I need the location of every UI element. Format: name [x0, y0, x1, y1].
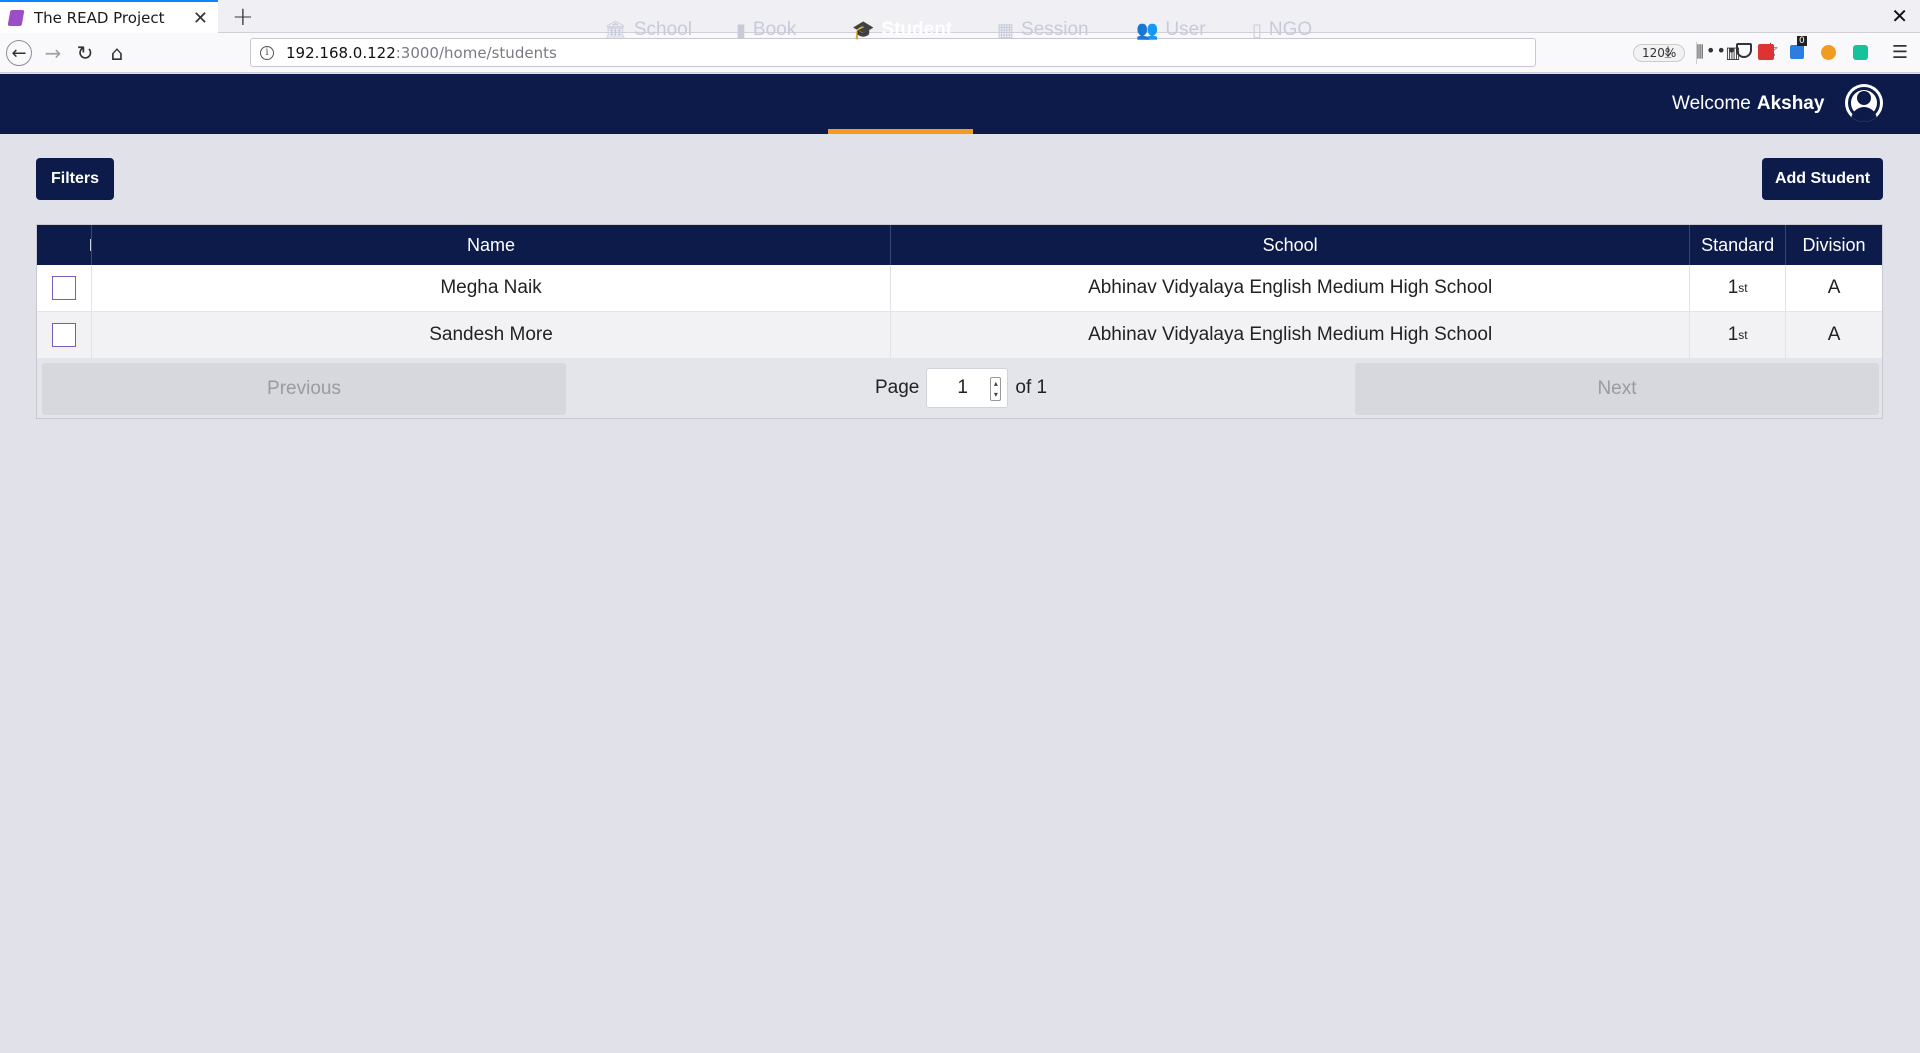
browser-tab[interactable]: The READ Project ✕ — [0, 0, 218, 33]
cell-school: Abhinav Vidyalaya English Medium High Sc… — [891, 265, 1691, 311]
reload-icon[interactable]: ↻ — [72, 40, 98, 66]
nav-label: Session — [1021, 19, 1089, 40]
cell-school: Abhinav Vidyalaya English Medium High Sc… — [891, 312, 1691, 358]
column-header-school[interactable]: School — [891, 225, 1691, 265]
favicon-icon — [7, 9, 25, 26]
standard-value: 1 — [1727, 324, 1739, 345]
url-host: 192.168.0.122 — [286, 43, 396, 62]
row-checkbox[interactable] — [51, 323, 76, 347]
standard-suffix: st — [1738, 281, 1748, 295]
cell-name: Megha Naik — [92, 265, 892, 311]
page-label: Page — [875, 377, 920, 398]
previous-button[interactable]: Previous — [42, 363, 566, 415]
tab-close-icon[interactable]: ✕ — [193, 8, 208, 29]
nav-label: School — [633, 19, 692, 40]
nav-item-school[interactable]: 🏛 School — [604, 0, 692, 60]
nav-item-student[interactable]: 🎓 Student — [852, 0, 952, 60]
tab-title: The READ Project — [34, 8, 165, 27]
download-icon[interactable]: ⤓ — [1658, 42, 1678, 62]
nav-label: User — [1165, 19, 1206, 40]
library-icon[interactable]: ⫼ — [1690, 42, 1710, 62]
welcome-prefix: Welcome — [1672, 93, 1751, 114]
active-tab-indicator — [828, 129, 973, 134]
cell-name: Sandesh More — [92, 312, 892, 358]
sidebar-icon[interactable]: ▥ — [1723, 42, 1743, 62]
page-number-value: 1 — [957, 377, 968, 398]
nav-label: Book — [752, 19, 797, 40]
home-icon[interactable]: ⌂ — [104, 40, 130, 66]
next-button[interactable]: Next — [1355, 363, 1879, 415]
pagination: Previous Page 1 ▴ ▾ of 1 Next — [37, 359, 1882, 418]
cell-division: A — [1827, 277, 1841, 298]
extension-red-icon[interactable] — [1756, 42, 1776, 62]
filters-button[interactable]: Filters — [36, 158, 114, 200]
user-name: Akshay — [1756, 93, 1825, 114]
user-avatar-icon[interactable] — [1845, 84, 1883, 122]
standard-suffix: st — [1738, 328, 1748, 342]
extension-blue-icon[interactable]: 0 — [1787, 36, 1807, 62]
back-icon[interactable]: ← — [6, 40, 32, 66]
column-header-division[interactable]: Division — [1786, 225, 1882, 265]
page-stepper-icon[interactable]: ▴ ▾ — [990, 377, 1002, 401]
students-table: Name School Standard Division Megha Naik… — [36, 224, 1883, 419]
app-header — [0, 74, 1920, 134]
bank-icon: 🏛 — [604, 19, 627, 40]
nav-item-session[interactable]: ▦ Session — [997, 0, 1089, 60]
book-icon: ▮ — [736, 19, 746, 40]
add-student-button[interactable]: Add Student — [1762, 158, 1883, 200]
url-path: :3000/home/students — [395, 43, 557, 62]
column-resize-handle[interactable] — [90, 239, 91, 251]
row-select-cell — [37, 312, 92, 358]
forward-icon[interactable]: → — [40, 40, 66, 66]
nav-item-book[interactable]: ▮ Book — [736, 0, 796, 60]
column-header-name[interactable]: Name — [92, 225, 892, 265]
nav-item-user[interactable]: 👥 User — [1136, 0, 1206, 60]
calendar-icon: ▦ — [997, 19, 1015, 40]
table-header: Name School Standard Division — [37, 225, 1882, 265]
welcome-message: Welcome Akshay — [1672, 74, 1824, 134]
page-number-input[interactable]: 1 ▴ ▾ — [926, 368, 1009, 408]
page-total: of 1 — [1015, 377, 1048, 398]
page-indicator: Page 1 ▴ ▾ of 1 — [875, 367, 1047, 409]
cell-division: A — [1827, 324, 1841, 345]
table-row[interactable]: Sandesh More Abhinav Vidyalaya English M… — [37, 312, 1882, 359]
cell-standard: 1st — [1690, 265, 1787, 311]
extension-badge: 0 — [1797, 36, 1807, 46]
browser-toolbar: ← → ↻ ⌂ i 192.168.0.122:3000/home/studen… — [0, 33, 1920, 73]
extension-orange-icon[interactable] — [1818, 42, 1838, 62]
row-select-cell — [37, 265, 92, 311]
graduation-cap-icon: 🎓 — [852, 19, 875, 40]
menu-icon[interactable]: ☰ — [1890, 42, 1910, 63]
window-close-icon[interactable]: ✕ — [1891, 4, 1908, 28]
building-icon: ▯ — [1252, 19, 1262, 40]
nav-label: NGO — [1268, 19, 1313, 40]
new-tab-icon[interactable]: + — [232, 2, 254, 32]
column-header-standard[interactable]: Standard — [1690, 225, 1787, 265]
nav-label: Student — [881, 19, 953, 40]
cell-standard: 1st — [1690, 312, 1787, 358]
select-column-header[interactable] — [37, 225, 92, 265]
nav-item-ngo[interactable]: ▯ NGO — [1252, 0, 1312, 60]
users-icon: 👥 — [1136, 19, 1159, 40]
standard-value: 1 — [1727, 277, 1739, 298]
row-checkbox[interactable] — [51, 276, 76, 300]
info-icon[interactable]: i — [260, 45, 274, 60]
extension-green-icon[interactable] — [1850, 42, 1870, 62]
table-row[interactable]: Megha Naik Abhinav Vidyalaya English Med… — [37, 265, 1882, 312]
browser-tab-strip: The READ Project ✕ + ✕ — [0, 0, 1920, 33]
